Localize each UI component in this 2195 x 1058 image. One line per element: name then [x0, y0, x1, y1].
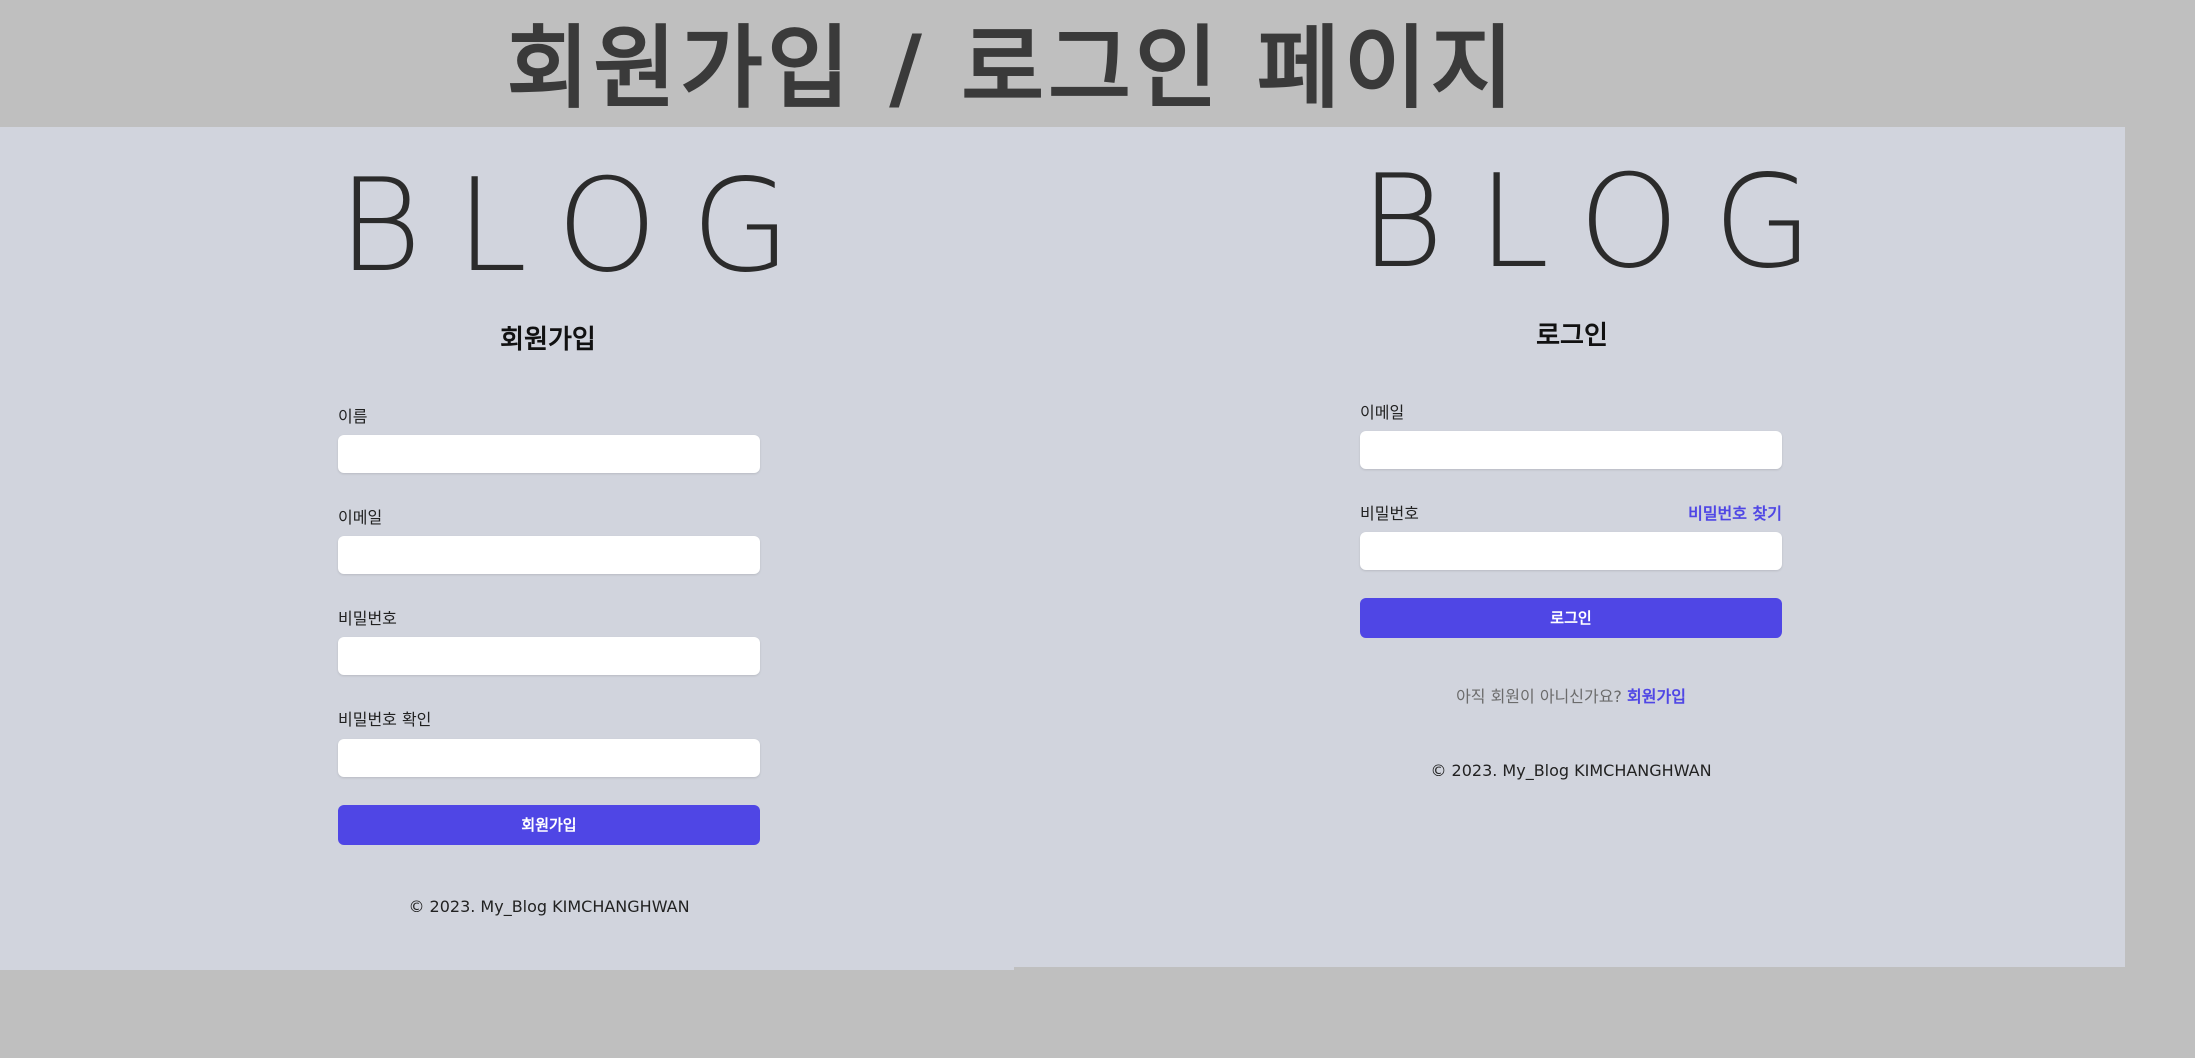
signup-heading: 회원가입	[500, 325, 596, 355]
page-title: 회원가입 / 로그인 페이지	[506, 16, 1518, 121]
login-button[interactable]: 로그인	[1360, 598, 1782, 638]
login-logo: BLOG	[1360, 148, 1847, 297]
login-panel: BLOG 로그인 이메일 비밀번호 비밀번호 찾기 로그인 아직 회원이 아니신…	[1014, 127, 2125, 967]
password-confirm-input[interactable]	[338, 739, 760, 777]
signup-logo: BLOG	[338, 152, 825, 301]
signup-password-label: 비밀번호	[338, 609, 397, 628]
signup-email-input[interactable]	[338, 536, 760, 574]
name-label: 이름	[338, 407, 368, 426]
signup-link[interactable]: 회원가입	[1627, 687, 1686, 706]
no-account-text: 아직 회원이 아니신가요?	[1456, 687, 1622, 706]
login-password-label: 비밀번호	[1360, 504, 1419, 523]
forgot-password-link[interactable]: 비밀번호 찾기	[1614, 500, 1782, 524]
login-email-label: 이메일	[1360, 403, 1405, 422]
login-footer: © 2023. My_Blog KIMCHANGHWAN	[1430, 761, 1712, 780]
password-confirm-label: 비밀번호 확인	[338, 710, 432, 729]
signup-footer: © 2023. My_Blog KIMCHANGHWAN	[408, 897, 690, 916]
signup-prompt: 아직 회원이 아니신가요? 회원가입	[1360, 683, 1782, 707]
signup-email-label: 이메일	[338, 508, 383, 527]
name-input[interactable]	[338, 435, 760, 473]
login-email-input[interactable]	[1360, 431, 1782, 469]
signup-password-input[interactable]	[338, 637, 760, 675]
signup-button[interactable]: 회원가입	[338, 805, 760, 845]
login-heading: 로그인	[1536, 321, 1608, 351]
signup-panel: BLOG 회원가입 이름 이메일 비밀번호 비밀번호 확인 회원가입 © 202…	[0, 127, 1014, 970]
login-password-input[interactable]	[1360, 532, 1782, 570]
